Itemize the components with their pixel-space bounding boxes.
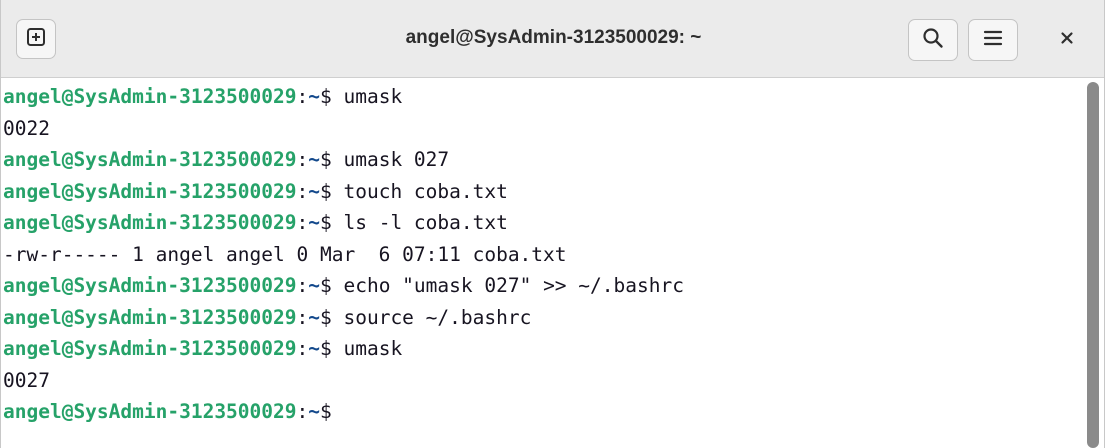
command-text: umask 027 bbox=[343, 148, 450, 171]
command-text: umask bbox=[343, 85, 403, 108]
command-text: touch coba.txt bbox=[343, 179, 508, 203]
terminal-output-line: -rw-r----- 1 angel angel 0 Mar 6 07:11 c… bbox=[3, 239, 1081, 271]
command-text: echo "umask 027" >> ~/.bashrc bbox=[343, 274, 684, 297]
prompt-symbol: $ bbox=[320, 179, 344, 203]
terminal-command-line: angel@SysAdmin-3123500029:~$ echo "umask… bbox=[3, 270, 1081, 302]
prompt-directory: ~ bbox=[308, 337, 320, 360]
header-bar: angel@SysAdmin-3123500029: ~ bbox=[1, 0, 1104, 78]
output-text: -rw-r----- 1 angel angel 0 Mar 6 07:11 c… bbox=[3, 242, 567, 266]
close-icon bbox=[1060, 31, 1074, 50]
prompt-separator: : bbox=[296, 400, 309, 423]
prompt-symbol: $ bbox=[320, 274, 344, 297]
prompt-symbol: $ bbox=[320, 148, 344, 171]
prompt-user-host: angel@SysAdmin-3123500029 bbox=[3, 274, 297, 297]
scrollbar-thumb[interactable] bbox=[1087, 82, 1099, 448]
prompt-symbol: $ bbox=[320, 85, 344, 108]
prompt-user-host: angel@SysAdmin-3123500029 bbox=[3, 305, 297, 329]
prompt-directory: ~ bbox=[308, 179, 320, 203]
prompt-separator: : bbox=[296, 179, 309, 203]
prompt-user-host: angel@SysAdmin-3123500029 bbox=[3, 400, 297, 423]
prompt-directory: ~ bbox=[308, 274, 320, 297]
prompt-symbol: $ bbox=[320, 211, 344, 234]
terminal-command-line: angel@SysAdmin-3123500029:~$ touch coba.… bbox=[3, 176, 1081, 208]
prompt-user-host: angel@SysAdmin-3123500029 bbox=[3, 179, 297, 203]
prompt-separator: : bbox=[296, 211, 309, 234]
terminal-command-line: angel@SysAdmin-3123500029:~$ source ~/.b… bbox=[3, 302, 1081, 334]
terminal-current-prompt: angel@SysAdmin-3123500029:~$ bbox=[3, 396, 1081, 428]
terminal-output-line: 0027 bbox=[3, 365, 1081, 397]
command-text: umask bbox=[343, 337, 403, 360]
output-text: 0027 bbox=[3, 368, 50, 392]
prompt-directory: ~ bbox=[308, 211, 320, 234]
prompt-symbol: $ bbox=[320, 400, 344, 423]
prompt-directory: ~ bbox=[308, 400, 320, 423]
prompt-separator: : bbox=[296, 85, 309, 108]
terminal-window: angel@SysAdmin-3123500029: ~ angel@SysAd… bbox=[0, 0, 1105, 448]
terminal-command-line: angel@SysAdmin-3123500029:~$ umask bbox=[3, 81, 1081, 113]
terminal-command-line: angel@SysAdmin-3123500029:~$ umask bbox=[3, 333, 1081, 365]
prompt-user-host: angel@SysAdmin-3123500029 bbox=[3, 211, 297, 234]
prompt-user-host: angel@SysAdmin-3123500029 bbox=[3, 85, 297, 108]
prompt-directory: ~ bbox=[308, 305, 320, 329]
output-text: 0022 bbox=[3, 116, 50, 140]
prompt-symbol: $ bbox=[320, 305, 344, 329]
close-button[interactable] bbox=[1047, 20, 1087, 60]
prompt-separator: : bbox=[296, 148, 309, 171]
search-button[interactable] bbox=[908, 19, 958, 61]
prompt-separator: : bbox=[296, 305, 309, 329]
prompt-separator: : bbox=[296, 337, 309, 360]
prompt-symbol: $ bbox=[320, 337, 344, 360]
prompt-user-host: angel@SysAdmin-3123500029 bbox=[3, 148, 297, 171]
terminal-output-line: 0022 bbox=[3, 113, 1081, 145]
terminal-output[interactable]: angel@SysAdmin-3123500029:~$ umask 0022 an… bbox=[1, 78, 1081, 448]
prompt-directory: ~ bbox=[308, 148, 320, 171]
command-text: ls -l coba.txt bbox=[343, 211, 508, 234]
prompt-separator: : bbox=[296, 274, 309, 297]
hamburger-menu-icon bbox=[982, 28, 1004, 53]
search-icon bbox=[922, 27, 944, 54]
terminal-command-line: angel@SysAdmin-3123500029:~$ umask 027 bbox=[3, 144, 1081, 176]
prompt-user-host: angel@SysAdmin-3123500029 bbox=[3, 337, 297, 360]
terminal-command-line: angel@SysAdmin-3123500029:~$ ls -l coba.… bbox=[3, 207, 1081, 239]
command-text: source ~/.bashrc bbox=[343, 305, 532, 329]
prompt-directory: ~ bbox=[308, 85, 320, 108]
menu-button[interactable] bbox=[968, 19, 1018, 61]
